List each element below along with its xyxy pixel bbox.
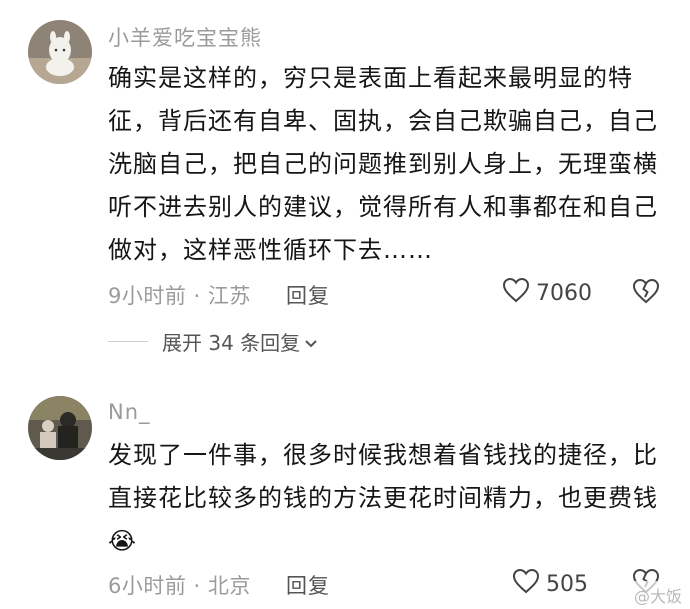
time-location: 6小时前 · 北京	[108, 574, 251, 598]
comment-text: 确实是这样的，穷只是表面上看起来最明显的特征，背后还有自卑、固执，会自己欺骗自己…	[108, 64, 658, 264]
comment-meta: 6小时前 · 北京 回复	[108, 570, 329, 600]
broken-heart-icon	[632, 278, 660, 308]
watermark: @大饭	[629, 581, 686, 609]
avatar[interactable]	[28, 20, 92, 84]
like-button[interactable]: 7060	[502, 277, 592, 309]
like-count: 505	[546, 571, 588, 597]
dislike-button[interactable]	[632, 278, 660, 308]
username[interactable]: 小羊爱吃宝宝熊	[108, 22, 262, 52]
time-location: 9小时前 · 江苏	[108, 284, 251, 308]
comment-meta: 9小时前 · 江苏 回复	[108, 280, 329, 310]
comment-text: 发现了一件事，很多时候我想着省钱找的捷径，比直接花比较多的钱的方法更花时间精力，…	[108, 441, 658, 555]
expand-replies-button[interactable]: 展开 34 条回复	[108, 327, 318, 356]
like-count: 7060	[536, 280, 592, 306]
reply-button[interactable]: 回复	[286, 280, 330, 310]
divider-line	[108, 341, 148, 342]
heart-outline-icon	[502, 277, 530, 309]
like-button[interactable]: 505	[512, 568, 588, 600]
reply-button[interactable]: 回复	[286, 570, 330, 600]
expand-replies-label: 展开 34 条回复	[162, 331, 301, 355]
heart-outline-icon	[512, 568, 540, 600]
avatar[interactable]	[28, 396, 92, 460]
username[interactable]: Nn_	[108, 400, 151, 424]
chevron-down-icon	[304, 330, 318, 354]
